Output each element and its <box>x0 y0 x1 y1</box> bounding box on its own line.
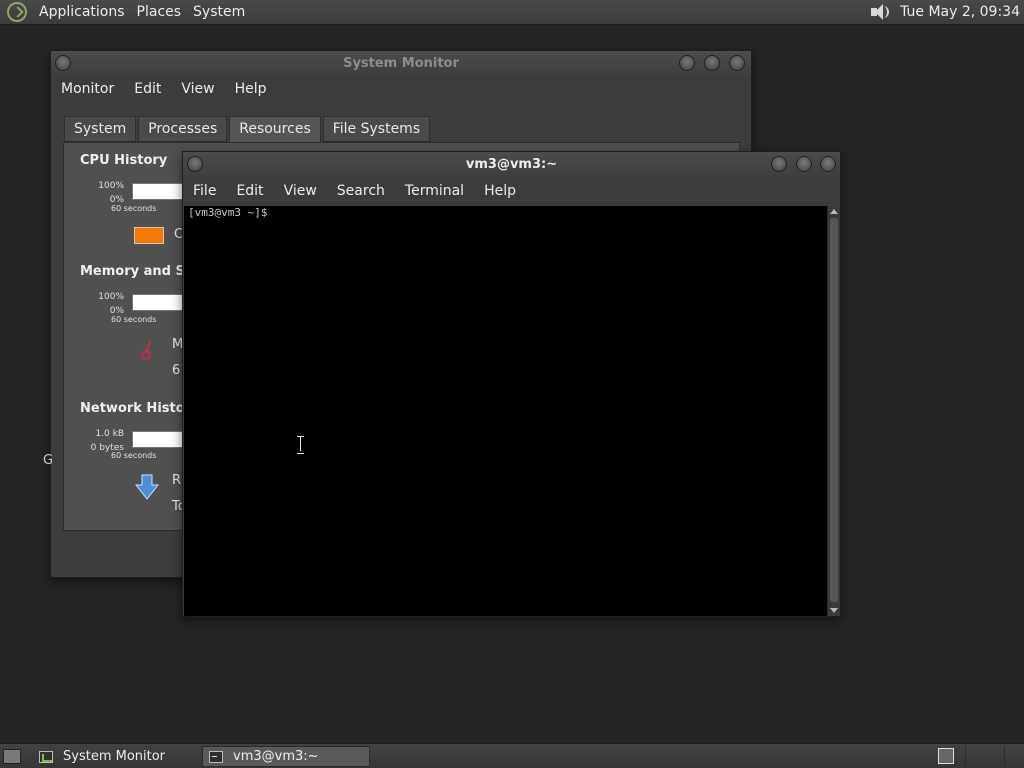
network-time-label: 60 seconds <box>111 451 157 460</box>
system-monitor-tabs: System Processes Resources File Systems <box>64 116 432 142</box>
memory-graph <box>132 294 184 311</box>
volume-icon[interactable] <box>868 2 890 22</box>
system-monitor-menubar: Monitor Edit View Help <box>51 76 751 102</box>
menu-help[interactable]: Help <box>225 81 277 97</box>
cpu-max-label: 100% <box>98 181 124 191</box>
terminal-output[interactable]: [vm3@vm3 ~]$ <box>184 206 827 616</box>
scroll-up-icon[interactable] <box>830 209 838 214</box>
window-title: vm3@vm3:~ <box>465 156 558 172</box>
terminal-window: vm3@vm3:~ File Edit View Search Terminal… <box>182 151 841 617</box>
menu-view[interactable]: View <box>274 183 327 199</box>
terminal-menubar: File Edit View Search Terminal Help <box>183 178 840 204</box>
clock[interactable]: Tue May 2, 09:34 <box>900 4 1020 20</box>
network-received-label: R <box>172 473 182 488</box>
system-menu[interactable]: System <box>187 4 251 20</box>
terminal-icon <box>209 750 223 763</box>
memory-max-label: 100% <box>98 292 124 302</box>
workspace-divider <box>965 746 966 767</box>
tab-file-systems[interactable]: File Systems <box>322 116 431 142</box>
menu-search[interactable]: Search <box>327 183 395 199</box>
cpu-time-label: 60 seconds <box>111 204 157 213</box>
network-max-label: 1.0 kB <box>95 429 124 439</box>
memory-pie-icon[interactable] <box>140 339 156 361</box>
minimize-icon[interactable] <box>679 55 695 71</box>
menu-edit[interactable]: Edit <box>226 183 273 199</box>
cpu-graph <box>132 183 184 200</box>
taskbar-label: System Monitor <box>63 749 166 764</box>
applications-menu[interactable]: Applications <box>33 4 131 20</box>
close-icon[interactable] <box>729 55 745 71</box>
terminal-titlebar[interactable]: vm3@vm3:~ <box>183 152 840 176</box>
taskbar-label: vm3@vm3:~ <box>233 749 319 764</box>
window-menu-icon[interactable] <box>187 156 203 172</box>
tab-system[interactable]: System <box>64 116 137 142</box>
download-arrow-icon <box>134 474 160 500</box>
show-desktop-icon[interactable] <box>3 749 21 764</box>
menu-file[interactable]: File <box>183 183 226 199</box>
tab-resources[interactable]: Resources <box>229 116 321 142</box>
menu-edit[interactable]: Edit <box>124 81 171 97</box>
close-icon[interactable] <box>820 156 836 172</box>
places-menu[interactable]: Places <box>131 4 188 20</box>
cpu-color-swatch[interactable] <box>134 227 164 244</box>
cpu-history-heading: CPU History <box>80 153 168 168</box>
desktop-stray-text: G <box>43 453 54 468</box>
panel-tray: Tue May 2, 09:34 <box>868 2 1024 22</box>
menu-terminal[interactable]: Terminal <box>395 183 474 199</box>
window-title: System Monitor <box>343 55 459 71</box>
system-monitor-icon <box>39 750 53 763</box>
window-menu-icon[interactable] <box>55 55 71 71</box>
menu-view[interactable]: View <box>171 81 224 97</box>
scroll-down-icon[interactable] <box>830 608 838 613</box>
system-monitor-titlebar[interactable]: System Monitor <box>51 51 751 75</box>
top-panel: Applications Places System Tue May 2, 09… <box>0 0 1024 25</box>
tab-processes[interactable]: Processes <box>138 116 228 142</box>
network-graph <box>132 431 184 448</box>
taskbar-system-monitor[interactable]: System Monitor <box>33 746 201 767</box>
workspace-switcher-icon[interactable] <box>938 748 954 764</box>
maximize-icon[interactable] <box>796 156 812 172</box>
bottom-panel: System Monitor vm3@vm3:~ <box>0 743 1024 768</box>
terminal-scrollbar[interactable] <box>827 206 840 616</box>
workspace-divider <box>1004 746 1005 767</box>
distro-logo-icon[interactable] <box>7 2 27 22</box>
minimize-icon[interactable] <box>771 156 787 172</box>
taskbar-terminal[interactable]: vm3@vm3:~ <box>202 746 370 767</box>
maximize-icon[interactable] <box>704 55 720 71</box>
scroll-thumb[interactable] <box>830 218 838 602</box>
terminal-prompt: [vm3@vm3 ~]$ <box>188 206 268 219</box>
memory-time-label: 60 seconds <box>111 315 157 324</box>
menu-help[interactable]: Help <box>474 183 526 199</box>
menu-monitor[interactable]: Monitor <box>51 81 124 97</box>
